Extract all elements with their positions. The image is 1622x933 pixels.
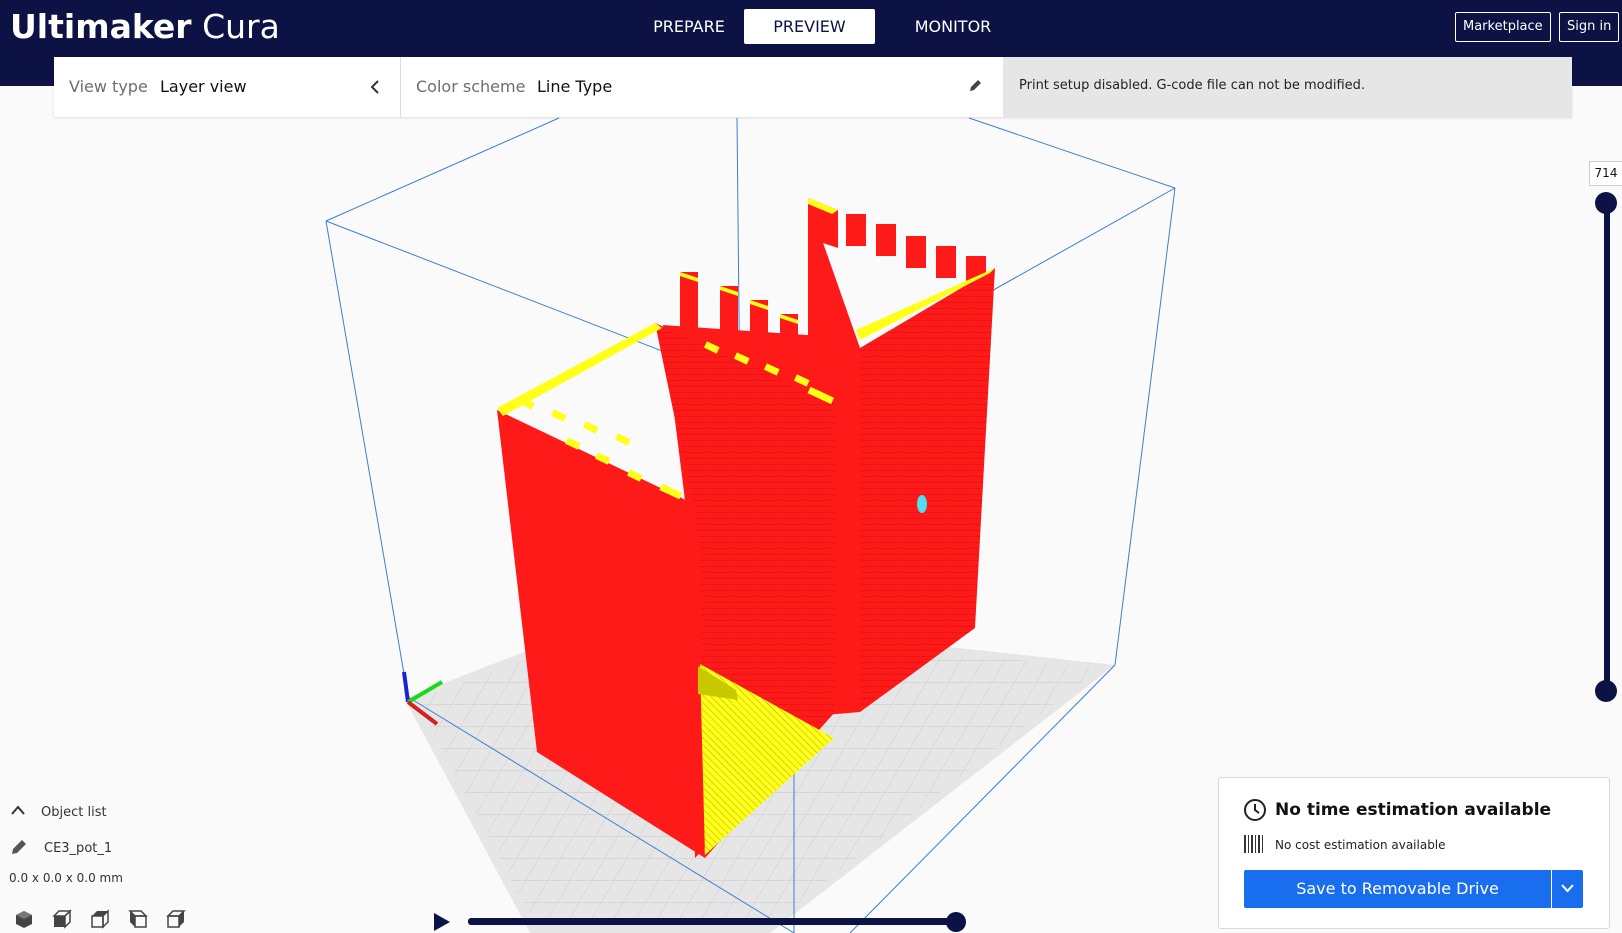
play-icon[interactable] [432, 911, 452, 933]
print-information-panel: No time estimation available No cost est… [1218, 777, 1610, 929]
color-scheme-label: Color scheme [416, 77, 526, 96]
app-logo: Ultimaker Cura [10, 4, 280, 50]
object-list-title[interactable]: Object list [41, 805, 107, 820]
object-name[interactable]: CE3_pot_1 [44, 841, 112, 856]
view-type-label: View type [69, 77, 148, 96]
color-scheme-selector[interactable]: Color scheme Line Type [401, 57, 1003, 117]
pencil-icon[interactable] [10, 838, 28, 856]
layer-number-field[interactable]: 714 [1589, 161, 1622, 186]
chevron-down-icon [1561, 884, 1574, 893]
marketplace-button[interactable]: Marketplace [1455, 12, 1551, 42]
clock-icon [1244, 799, 1266, 821]
logo-bold: Ultimaker [10, 7, 192, 46]
tab-monitor[interactable]: MONITOR [888, 9, 1018, 44]
color-scheme-value: Line Type [537, 77, 613, 96]
save-options-dropdown[interactable] [1552, 870, 1583, 908]
simulation-progress-handle[interactable] [946, 912, 966, 932]
chevron-up-icon[interactable] [10, 804, 26, 816]
sign-in-button[interactable]: Sign in [1559, 12, 1620, 42]
view-type-value: Layer view [160, 77, 247, 96]
tab-preview[interactable]: PREVIEW [744, 9, 875, 44]
view-top-icon[interactable] [90, 909, 110, 929]
simulation-progress-track[interactable] [468, 918, 962, 925]
view-left-icon[interactable] [128, 909, 148, 929]
logo-light: Cura [202, 7, 280, 46]
view-type-selector[interactable]: View type Layer view [54, 57, 400, 117]
view-front-icon[interactable] [52, 909, 72, 929]
save-to-removable-drive-button[interactable]: Save to Removable Drive [1244, 870, 1551, 908]
layer-slider-lower-handle[interactable] [1595, 680, 1617, 702]
notice-text: Print setup disabled. G-code file can no… [1019, 78, 1366, 93]
print-time-estimate: No time estimation available [1275, 800, 1552, 820]
view-3d-icon[interactable] [14, 909, 34, 929]
pencil-icon[interactable] [968, 79, 982, 93]
chevron-left-icon[interactable] [370, 79, 380, 95]
layer-slider-track[interactable] [1604, 203, 1610, 691]
layer-slider-upper-handle[interactable] [1595, 192, 1617, 214]
object-dimensions: 0.0 x 0.0 x 0.0 mm [9, 871, 123, 885]
barcode-icon [1244, 835, 1263, 853]
tab-prepare[interactable]: PREPARE [624, 9, 754, 44]
print-setup-notice: Print setup disabled. G-code file can no… [1003, 57, 1572, 117]
view-right-icon[interactable] [166, 909, 186, 929]
view-toolbar: View type Layer view Color scheme Line T… [54, 57, 1572, 117]
print-cost-estimate: No cost estimation available [1275, 838, 1446, 852]
